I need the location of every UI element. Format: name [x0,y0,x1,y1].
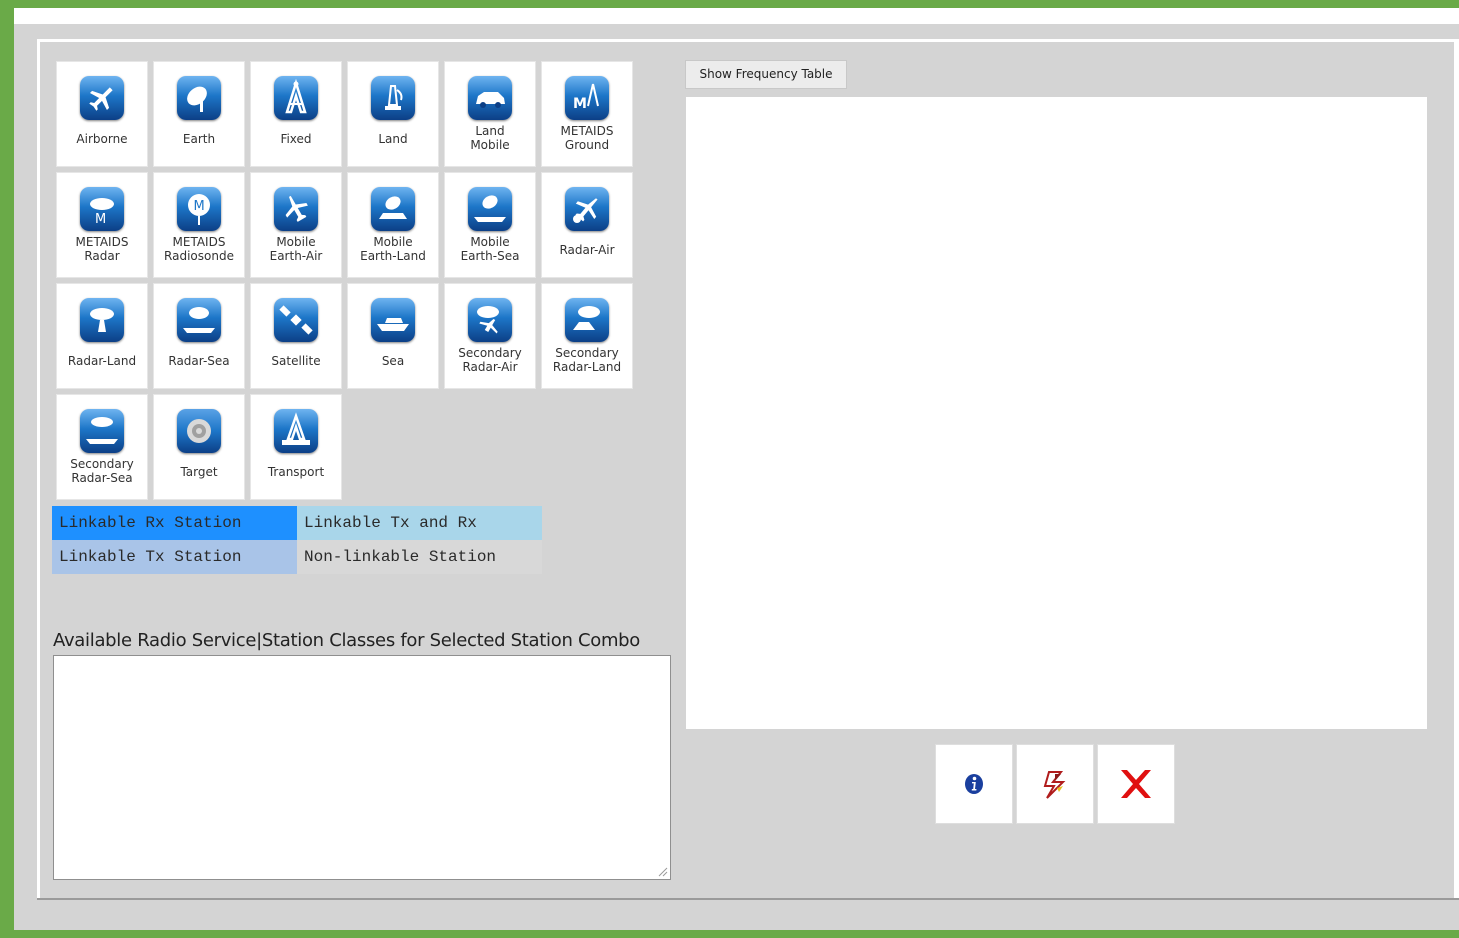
station-label: Radar-Air [559,243,615,257]
station-tile[interactable]: Secondary Radar-Air [444,283,536,389]
mobile-earth-land-icon [371,187,415,231]
frequency-table-panel [686,97,1427,729]
bottom-divider [37,898,1459,900]
station-label: Secondary Radar-Sea [70,457,134,485]
station-tile[interactable]: Radar-Air [541,172,633,278]
secondary-radar-sea-icon [80,409,124,453]
station-tile[interactable]: M METAIDS Ground [541,61,633,167]
station-label: METAIDS Radiosonde [164,235,234,263]
svg-text:M: M [194,199,205,214]
station-label: Land Mobile [470,124,510,152]
svg-text:M: M [95,212,106,227]
legend-linkable-tx: Linkable Tx Station [52,540,297,574]
station-label: Mobile Earth-Air [269,235,323,263]
radiosonde-balloon-icon: M [177,187,221,231]
radar-land-icon [80,298,124,342]
mobile-earth-air-icon [274,187,318,231]
station-label: Satellite [271,354,321,368]
station-tile[interactable]: Transport [250,394,342,500]
station-label: Secondary Radar-Land [552,346,622,374]
metaids-ground-icon: M [565,76,609,120]
station-tile[interactable]: M METAIDS Radar [56,172,148,278]
available-services-label: Available Radio Service|Station Classes … [53,630,641,651]
secondary-radar-land-icon [565,298,609,342]
transport-tower-icon [274,409,318,453]
station-tile[interactable]: Secondary Radar-Land [541,283,633,389]
ship-icon [371,298,415,342]
link-button[interactable] [1016,744,1094,824]
legend-non-linkable: Non-linkable Station [297,540,542,574]
station-label: Earth [182,132,216,146]
station-label: Land [378,132,408,146]
station-label: Transport [267,465,325,479]
station-tile[interactable]: Target [153,394,245,500]
radar-sea-icon [177,298,221,342]
station-tile[interactable]: Radar-Land [56,283,148,389]
station-tile[interactable]: Land Mobile [444,61,536,167]
target-icon [177,409,221,453]
link-lightning-icon [1043,771,1066,799]
station-label: METAIDS Radar [75,235,129,263]
station-tile[interactable]: Mobile Earth-Sea [444,172,536,278]
station-label: Mobile Earth-Sea [460,235,520,263]
info-icon [965,774,983,794]
station-label: Mobile Earth-Land [360,235,426,263]
legend-linkable-tx-rx: Linkable Tx and Rx [297,506,542,540]
info-button[interactable] [935,744,1013,824]
station-label: Radar-Sea [168,354,230,368]
legend-linkable-rx: Linkable Rx Station [52,506,297,540]
station-label: Secondary Radar-Air [458,346,522,374]
station-tile[interactable]: Sea [347,283,439,389]
fixed-tower-icon [274,76,318,120]
metaids-radar-icon: M [80,187,124,231]
car-icon [468,76,512,120]
station-tile[interactable]: Mobile Earth-Land [347,172,439,278]
resize-grip-icon[interactable] [656,865,668,877]
svg-text:M: M [573,96,587,112]
available-services-textarea[interactable] [53,655,671,880]
show-frequency-table-button[interactable]: Show Frequency Table [685,60,847,89]
station-tile[interactable]: Secondary Radar-Sea [56,394,148,500]
station-tile[interactable]: Airborne [56,61,148,167]
station-label: Fixed [280,132,312,146]
station-label: Sea [381,354,405,368]
station-tile[interactable]: Satellite [250,283,342,389]
satellite-icon [274,298,318,342]
station-tile[interactable]: Mobile Earth-Air [250,172,342,278]
close-button[interactable] [1097,744,1175,824]
close-icon [1121,770,1151,798]
secondary-radar-air-icon [468,298,512,342]
top-strip [14,8,1459,24]
station-tile[interactable]: Radar-Sea [153,283,245,389]
land-antenna-icon [371,76,415,120]
station-tile[interactable]: Fixed [250,61,342,167]
satellite-dish-icon [177,76,221,120]
station-label: METAIDS Ground [560,124,614,152]
station-label: Airborne [76,132,128,146]
station-tile[interactable]: Land [347,61,439,167]
station-label: Radar-Land [67,354,137,368]
station-label: Target [180,465,218,479]
mobile-earth-sea-icon [468,187,512,231]
airplane-icon [80,76,124,120]
station-tile[interactable]: Earth [153,61,245,167]
station-tile[interactable]: M METAIDS Radiosonde [153,172,245,278]
radar-air-icon [565,187,609,231]
